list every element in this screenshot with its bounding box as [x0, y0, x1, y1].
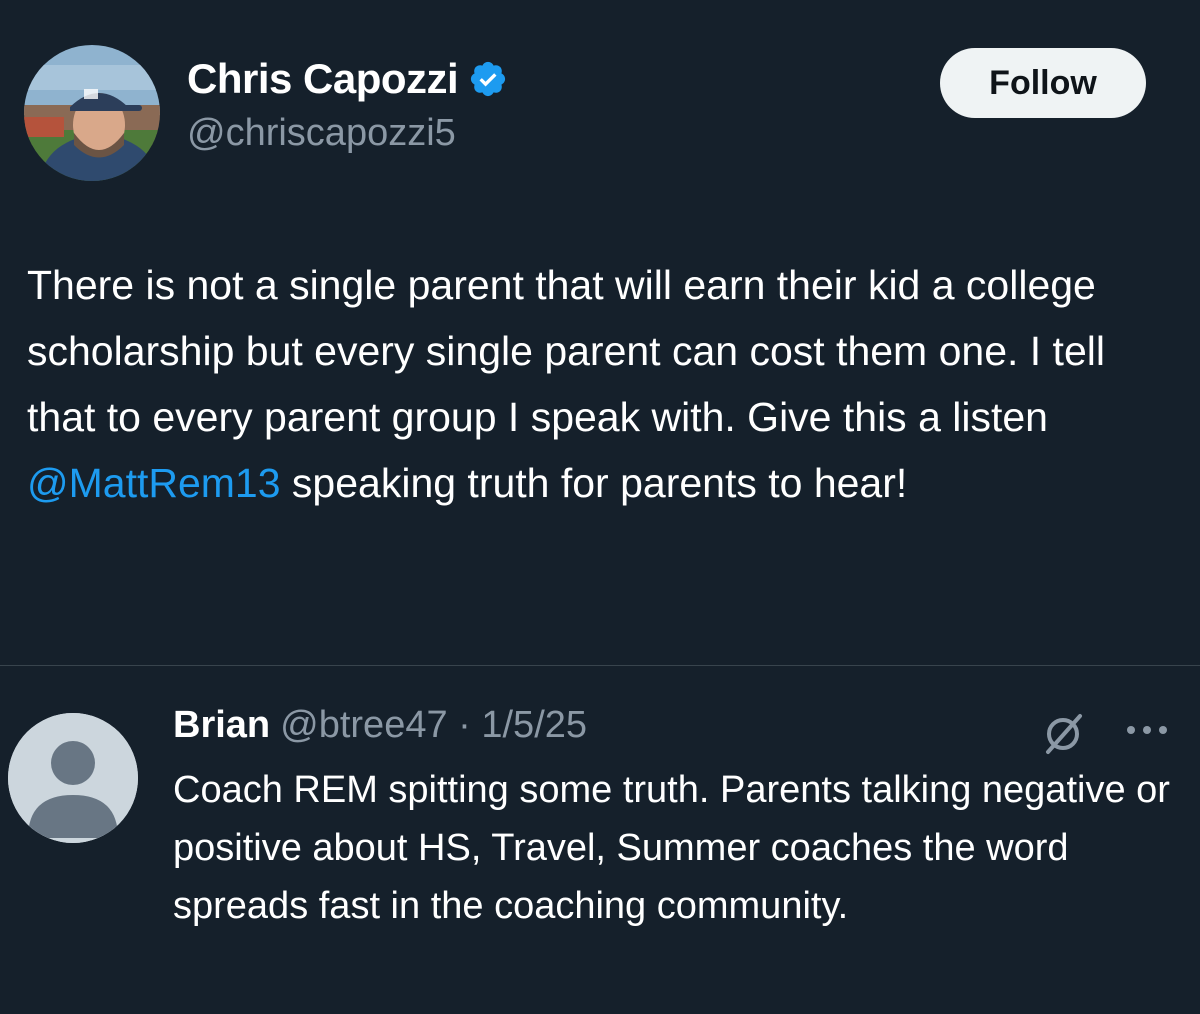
main-post: Chris Capozzi @chriscapozzi5 Follow Ther…: [0, 0, 1200, 664]
follow-button[interactable]: Follow: [940, 48, 1146, 118]
author-avatar[interactable]: [24, 45, 160, 181]
reply-author-name[interactable]: Brian: [173, 704, 270, 747]
author-name[interactable]: Chris Capozzi: [187, 55, 459, 103]
reply-header: Brian @btree47 · 1/5/25: [173, 704, 587, 752]
grok-icon[interactable]: [1040, 710, 1086, 756]
more-icon[interactable]: [1123, 718, 1171, 742]
post-text-end: speaking truth for parents to hear!: [280, 460, 908, 506]
mention-link[interactable]: @MattRem13: [27, 460, 281, 506]
avatar-photo-icon: [24, 45, 160, 181]
verified-badge-icon: [471, 61, 506, 97]
reply-meta: @btree47 · 1/5/25: [280, 704, 588, 746]
post-text-body: There is not a single parent that will e…: [27, 262, 1105, 440]
reply-text: Coach REM spitting some truth. Parents t…: [173, 769, 1170, 927]
author-handle[interactable]: @chriscapozzi5: [187, 112, 456, 155]
author-name-row: Chris Capozzi: [187, 54, 508, 104]
divider: [0, 665, 1200, 666]
post-text: There is not a single parent that will e…: [27, 252, 1177, 516]
reply-avatar[interactable]: [8, 713, 138, 843]
default-avatar-icon: [8, 713, 138, 843]
